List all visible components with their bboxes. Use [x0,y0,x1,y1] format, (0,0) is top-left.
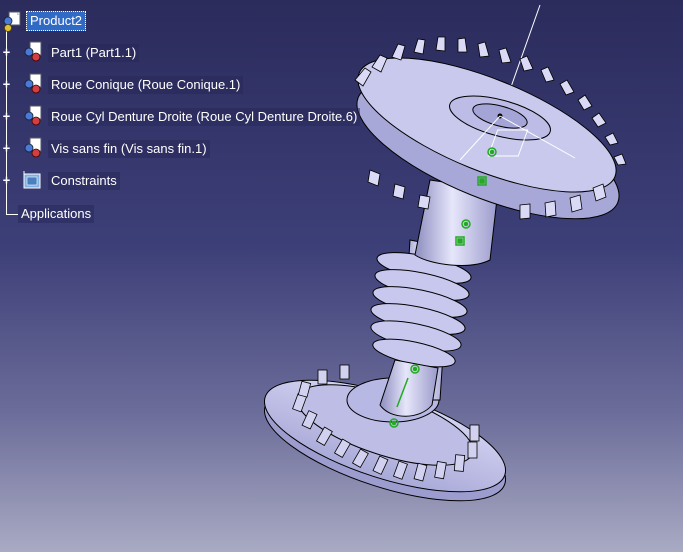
expand-plus-icon[interactable]: + [2,174,11,186]
tree-item-label[interactable]: Constraints [48,172,120,190]
tree-branch-line [6,214,18,215]
tree-applications-label[interactable]: Applications [18,205,95,223]
specification-tree: Product2 + Part1 (Part1.1) + Roue Coniqu… [0,0,400,240]
constraints-icon [23,171,41,189]
part-icon [24,137,42,158]
spur-gear [263,364,507,502]
tree-item-label[interactable]: Roue Cyl Denture Droite (Roue Cyl Dentur… [48,108,361,126]
tree-root-label[interactable]: Product2 [26,11,87,31]
part-icon [24,73,42,94]
tree-item-label[interactable]: Roue Conique (Roue Conique.1) [48,76,244,94]
tree-item-label[interactable]: Vis sans fin (Vis sans fin.1) [48,140,210,158]
part-icon [24,41,42,62]
expand-plus-icon[interactable]: + [2,78,11,90]
expand-plus-icon[interactable]: + [2,46,11,58]
expand-plus-icon[interactable]: + [2,142,11,154]
3d-viewport[interactable]: Product2 + Part1 (Part1.1) + Roue Coniqu… [0,0,683,552]
expand-plus-icon[interactable]: + [2,110,11,122]
product-icon [3,11,21,32]
tree-item-label[interactable]: Part1 (Part1.1) [48,44,140,62]
part-icon [24,105,42,126]
